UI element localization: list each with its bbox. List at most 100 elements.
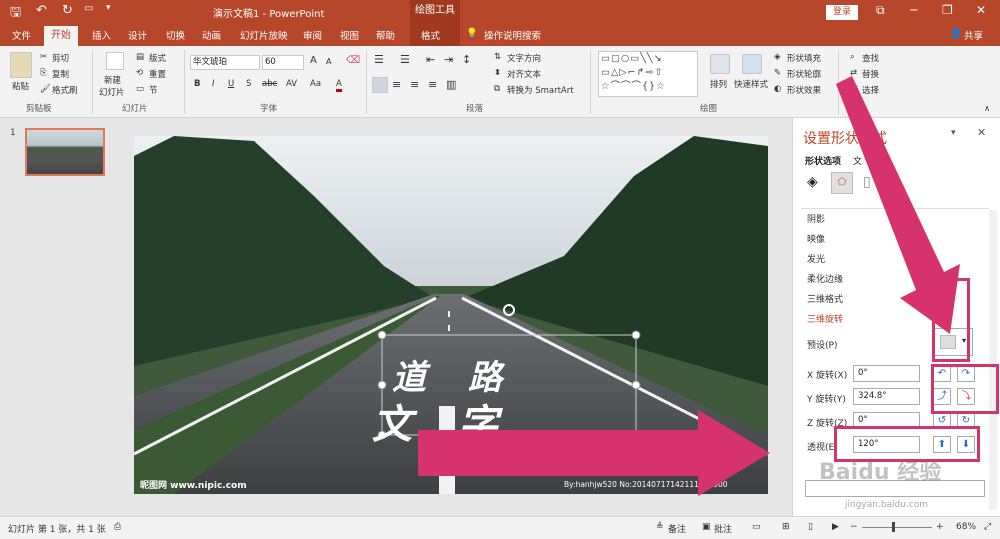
shapes-gallery[interactable]: ▭▢○▭╲╲↘ ▭△▷⌐↱⇨⇧ ☆⌒⌒⌒{}☆ <box>598 51 698 97</box>
bullets-icon[interactable]: ☰ <box>374 53 384 66</box>
save-icon[interactable]: 🖫 <box>10 3 21 25</box>
font-size-select[interactable]: 60 <box>262 55 304 70</box>
align-right-icon[interactable]: ≡ <box>410 78 419 91</box>
customize-quick-access-icon[interactable]: ▾ <box>106 3 111 13</box>
paste-button[interactable]: 粘贴 <box>12 80 29 92</box>
tab-format[interactable]: 格式 <box>421 28 440 42</box>
slideshow-view-icon[interactable]: ▶ <box>832 522 839 532</box>
font-color-button[interactable]: A <box>336 79 342 92</box>
shape-effects-button[interactable]: 形状效果 <box>787 84 821 96</box>
layout-icon[interactable]: ▤ <box>136 52 144 62</box>
redo-icon[interactable]: ↻ <box>62 3 73 18</box>
comments-icon[interactable]: ▣ <box>702 522 711 532</box>
reset-button[interactable]: 重置 <box>149 68 166 80</box>
arrange-button[interactable]: 排列 <box>710 78 727 90</box>
login-button[interactable]: 登录 <box>826 5 858 20</box>
tab-file[interactable]: 文件 <box>12 28 31 42</box>
zoom-out-icon[interactable]: − <box>850 522 858 532</box>
notes-icon[interactable]: ≜ <box>656 522 664 532</box>
normal-view-icon[interactable]: ▭ <box>752 522 761 532</box>
tab-design[interactable]: 设计 <box>128 28 147 42</box>
restore-icon[interactable]: ❐ <box>942 3 953 17</box>
copy-icon[interactable]: ⎘ <box>40 68 47 78</box>
text-direction-icon[interactable]: ⇅ <box>494 52 501 62</box>
tell-me-search[interactable]: 操作说明搜索 <box>484 28 541 42</box>
shape-outline-button[interactable]: 形状轮廓 <box>787 68 821 80</box>
share-button[interactable]: 共享 <box>964 28 983 42</box>
align-left-icon[interactable] <box>372 77 388 93</box>
option-shadow[interactable]: 阴影 <box>807 212 825 225</box>
shape-fill-icon[interactable]: ◈ <box>774 52 781 62</box>
layout-button[interactable]: 版式 <box>149 52 166 64</box>
minimize-icon[interactable]: ─ <box>910 3 917 17</box>
cut-icon[interactable]: ✂ <box>40 52 47 62</box>
slide-thumbnail[interactable] <box>25 128 105 176</box>
start-presentation-icon[interactable]: ▭ <box>84 3 93 14</box>
option-glow[interactable]: 发光 <box>807 252 825 265</box>
clear-format-icon[interactable]: ⌫ <box>346 55 360 66</box>
new-slide-label-2[interactable]: 幻灯片 <box>99 86 125 98</box>
new-slide-icon[interactable] <box>106 52 124 70</box>
indent-icon[interactable]: ⇤ <box>426 53 435 66</box>
format-painter-icon[interactable]: 🖌 <box>40 84 51 94</box>
collapse-ribbon-icon[interactable]: ∧ <box>984 104 990 114</box>
cut-button[interactable]: 剪切 <box>52 52 69 64</box>
tab-transitions[interactable]: 切换 <box>166 28 185 42</box>
tab-insert[interactable]: 插入 <box>92 28 111 42</box>
find-icon[interactable]: ⌕ <box>850 52 855 62</box>
comments-button[interactable]: 批注 <box>714 522 732 535</box>
pane-scrollbar[interactable] <box>989 210 997 510</box>
smartart-icon[interactable]: ⧉ <box>494 84 500 94</box>
slide-sorter-icon[interactable]: ⊞ <box>782 522 790 532</box>
reading-view-icon[interactable]: ▯ <box>808 522 813 532</box>
tab-review[interactable]: 审阅 <box>303 28 322 42</box>
align-center-icon[interactable]: ≡ <box>392 78 401 91</box>
columns-icon[interactable]: ▥ <box>446 78 456 91</box>
line-spacing-icon[interactable]: ↕ <box>462 53 471 66</box>
numbering-icon[interactable]: ☰ <box>400 53 410 66</box>
spell-check-icon[interactable]: ⎙ <box>114 522 121 532</box>
zoom-slider[interactable] <box>862 527 932 528</box>
shape-effects-icon[interactable]: ◐ <box>774 84 781 94</box>
section-button[interactable]: 节 <box>149 84 158 96</box>
x-rotation-spinner[interactable]: 0° <box>853 365 920 382</box>
section-icon[interactable]: ▭ <box>136 84 144 94</box>
close-icon[interactable]: ✕ <box>976 3 986 17</box>
justify-icon[interactable]: ≡ <box>428 78 437 91</box>
find-button[interactable]: 查找 <box>862 52 879 64</box>
shadow-button[interactable]: S <box>246 79 251 89</box>
fill-line-icon[interactable]: ◈ <box>807 174 818 190</box>
fit-to-window-icon[interactable]: ⤢ <box>984 522 991 532</box>
copy-button[interactable]: 复制 <box>52 68 69 80</box>
tab-animations[interactable]: 动画 <box>202 28 221 42</box>
shrink-font-button[interactable]: A <box>326 57 331 66</box>
ribbon-display-icon[interactable]: ⧉ <box>876 3 885 18</box>
change-case-button[interactable]: Aa <box>310 79 321 89</box>
notes-button[interactable]: 备注 <box>668 522 686 535</box>
shape-outline-icon[interactable]: ✎ <box>774 68 781 78</box>
tab-view[interactable]: 视图 <box>340 28 359 42</box>
font-name-select[interactable]: 华文琥珀 <box>190 55 260 70</box>
align-text-button[interactable]: 对齐文本 <box>507 68 541 80</box>
undo-icon[interactable]: ↶ <box>36 3 47 18</box>
new-slide-label-1[interactable]: 新建 <box>104 74 121 86</box>
tab-home[interactable]: 开始 <box>44 26 78 46</box>
format-painter-button[interactable]: 格式刷 <box>52 84 78 96</box>
reset-icon[interactable]: ⟲ <box>136 68 143 78</box>
text-direction-button[interactable]: 文字方向 <box>507 52 541 64</box>
pane-close-icon[interactable]: ✕ <box>977 126 986 139</box>
quick-styles-icon[interactable] <box>742 54 762 74</box>
outdent-icon[interactable]: ⇥ <box>444 53 453 66</box>
underline-button[interactable]: U <box>228 79 234 89</box>
zoom-slider-thumb[interactable] <box>892 522 895 532</box>
quick-styles-button[interactable]: 快速样式 <box>734 78 768 90</box>
zoom-in-icon[interactable]: + <box>936 522 944 532</box>
strikethrough-button[interactable]: abc <box>262 79 277 89</box>
shape-fill-button[interactable]: 形状填充 <box>787 52 821 64</box>
zoom-level[interactable]: 68% <box>956 522 976 532</box>
paste-icon[interactable] <box>10 52 32 78</box>
smartart-button[interactable]: 转换为 SmartArt <box>507 84 574 96</box>
tab-slideshow[interactable]: 幻灯片放映 <box>240 28 288 42</box>
tab-help[interactable]: 帮助 <box>376 28 395 42</box>
char-spacing-button[interactable]: AV <box>286 79 297 89</box>
